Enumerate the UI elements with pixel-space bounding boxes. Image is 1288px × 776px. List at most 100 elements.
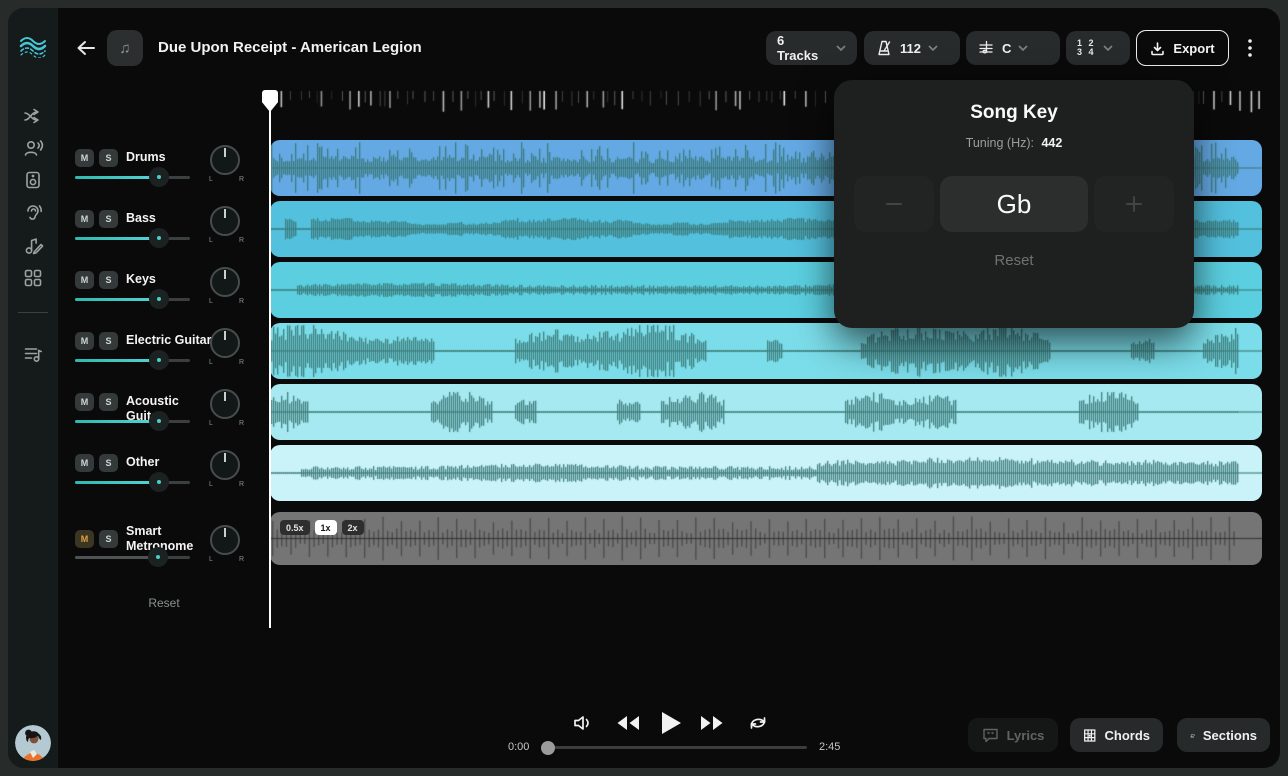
pan-knob[interactable] — [210, 267, 240, 297]
key-reset-button[interactable]: Reset — [834, 252, 1194, 269]
mute-button[interactable]: M — [75, 332, 94, 350]
seek-handle[interactable] — [541, 741, 555, 755]
pan-left-label: L — [209, 420, 213, 427]
metronome-speed-toggle: 0.5x 1x 2x — [280, 520, 364, 535]
voice-icon[interactable] — [22, 137, 44, 159]
solo-button[interactable]: S — [99, 210, 118, 228]
volume-slider[interactable] — [75, 298, 190, 301]
pan-left-label: L — [209, 556, 213, 563]
lyrics-button[interactable]: Lyrics — [968, 718, 1058, 752]
amp-speaker-icon[interactable] — [22, 169, 44, 191]
solo-button[interactable]: S — [99, 530, 118, 548]
music-note-icon: ♫ — [119, 40, 130, 57]
pan-knob[interactable] — [210, 206, 240, 236]
track-name: Other — [126, 455, 214, 470]
speed-chip-1x[interactable]: 1x — [315, 520, 337, 535]
track-name: Keys — [126, 272, 214, 287]
volume-slider[interactable] — [75, 420, 190, 423]
loop-icon — [747, 713, 769, 733]
song-key-popup: Song Key Tuning (Hz): 442 Gb Reset — [834, 80, 1194, 328]
rewind-button[interactable] — [615, 710, 641, 736]
pitch-edit-icon[interactable] — [22, 235, 44, 257]
track-lane-other[interactable] — [270, 445, 1262, 501]
splitter-icon[interactable] — [22, 105, 44, 127]
tracks-dropdown[interactable]: 6 Tracks — [766, 31, 857, 65]
pan-knob[interactable] — [210, 450, 240, 480]
volume-slider[interactable] — [75, 359, 190, 362]
pan-right-label: R — [239, 481, 244, 488]
speed-chip-0.5x[interactable]: 0.5x — [280, 520, 310, 535]
speed-chip-2x[interactable]: 2x — [342, 520, 364, 535]
volume-icon — [572, 713, 594, 733]
volume-handle[interactable] — [149, 289, 169, 309]
lyrics-icon — [982, 727, 999, 743]
pan-right-label: R — [239, 420, 244, 427]
volume-slider[interactable] — [75, 481, 190, 484]
loop-button[interactable] — [745, 710, 771, 736]
popup-title: Song Key — [834, 102, 1194, 124]
solo-button[interactable]: S — [99, 332, 118, 350]
key-plus-button[interactable] — [1094, 176, 1174, 232]
apps-grid-icon[interactable] — [22, 267, 44, 289]
volume-fill — [75, 481, 159, 484]
pan-left-label: L — [209, 298, 213, 305]
bpm-dropdown[interactable]: 112 — [864, 31, 960, 65]
pan-right-label: R — [239, 556, 244, 563]
solo-button[interactable]: S — [99, 393, 118, 411]
pan-knob[interactable] — [210, 328, 240, 358]
volume-fill — [75, 176, 159, 179]
volume-handle[interactable] — [149, 350, 169, 370]
pan-knob[interactable] — [210, 389, 240, 419]
play-icon — [660, 711, 682, 735]
solo-button[interactable]: S — [99, 149, 118, 167]
user-avatar[interactable] — [15, 725, 51, 761]
key-dropdown[interactable]: C — [966, 31, 1060, 65]
track-lane-acoustic-guitar[interactable] — [270, 384, 1262, 440]
pan-left-label: L — [209, 176, 213, 183]
mute-button[interactable]: M — [75, 393, 94, 411]
volume-button[interactable] — [570, 710, 596, 736]
song-cover-icon: ♫ — [107, 30, 143, 66]
volume-handle[interactable] — [149, 411, 169, 431]
mute-button[interactable]: M — [75, 149, 94, 167]
export-button[interactable]: Export — [1136, 30, 1229, 66]
download-icon — [1150, 41, 1165, 56]
back-button[interactable] — [72, 38, 100, 60]
more-options-button[interactable] — [1241, 33, 1259, 63]
forward-button[interactable] — [699, 710, 725, 736]
volume-slider[interactable] — [75, 176, 190, 179]
moises-logo-icon[interactable] — [19, 34, 47, 58]
time-signature-icon: 1 2 3 4 — [1077, 39, 1096, 57]
volume-handle[interactable] — [148, 547, 168, 567]
key-minus-button[interactable] — [854, 176, 934, 232]
mixer-reset-button[interactable]: Reset — [58, 596, 270, 610]
mute-button[interactable]: M — [75, 271, 94, 289]
play-button[interactable] — [658, 710, 684, 736]
key-value-button[interactable]: Gb — [940, 176, 1088, 232]
volume-handle[interactable] — [149, 167, 169, 187]
track-lane-smart-metronome[interactable]: 0.5x 1x 2x — [270, 512, 1262, 565]
solo-button[interactable]: S — [99, 271, 118, 289]
pan-knob[interactable] — [210, 525, 240, 555]
mute-button[interactable]: M — [75, 530, 94, 548]
sections-button[interactable]: Sections — [1177, 718, 1270, 752]
volume-slider[interactable] — [75, 556, 190, 559]
solo-button[interactable]: S — [99, 454, 118, 472]
playhead-line[interactable] — [269, 90, 271, 628]
volume-handle[interactable] — [149, 472, 169, 492]
volume-slider[interactable] — [75, 237, 190, 240]
chevron-down-icon — [1103, 45, 1113, 51]
mixer-track-row: M S Electric Guitar L R — [58, 323, 270, 383]
seek-bar[interactable] — [543, 746, 807, 749]
track-lane-electric-guitar[interactable] — [270, 323, 1262, 379]
time-signature-dropdown[interactable]: 1 2 3 4 — [1066, 31, 1130, 65]
volume-handle[interactable] — [149, 228, 169, 248]
setlist-icon[interactable] — [22, 343, 44, 365]
metronome-icon — [875, 39, 893, 57]
mixer-track-row: M S Acoustic Guitar L R — [58, 384, 270, 444]
pan-knob[interactable] — [210, 145, 240, 175]
mute-button[interactable]: M — [75, 210, 94, 228]
mute-button[interactable]: M — [75, 454, 94, 472]
chords-button[interactable]: Chords — [1070, 718, 1163, 752]
ear-icon[interactable] — [22, 202, 44, 224]
